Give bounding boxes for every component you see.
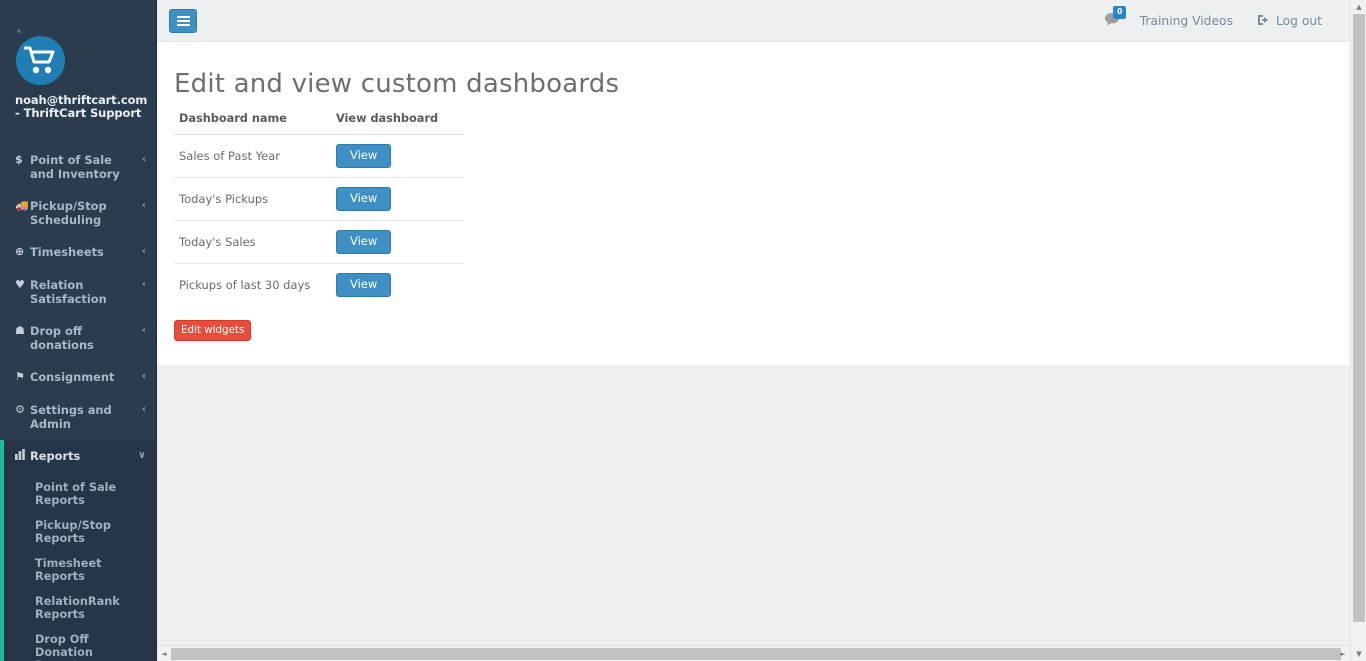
sidebar-item-drop-off-donation-reports[interactable]: Drop Off Donation Reports [4, 627, 156, 661]
view-action-cell: View [331, 263, 464, 306]
table-row: Today's Pickups View [174, 177, 464, 221]
sidebar-item-point-of-sale-and-inventory[interactable]: $ Point of Sale and Inventory ‹ [0, 144, 156, 190]
sidebar-item-reports[interactable]: Reports ∨ [4, 440, 156, 473]
sidebar-item-relationrank-reports[interactable]: RelationRank Reports [4, 589, 156, 627]
view-dashboard-button[interactable]: View [336, 144, 392, 168]
training-videos-link[interactable]: Training Videos [1128, 14, 1245, 28]
view-dashboard-button[interactable]: View [336, 187, 392, 211]
gear-icon: ⚙ [15, 403, 25, 416]
sidebar-item-timesheet-reports[interactable]: Timesheet Reports [4, 551, 156, 589]
training-videos-label: Training Videos [1139, 14, 1233, 28]
sidebar-item-label: Reports [30, 449, 81, 463]
table-header-row: Dashboard name View dashboard [174, 112, 464, 135]
sidebar-item-pickup-stop-reports[interactable]: Pickup/Stop Reports [4, 513, 156, 551]
page-title: Edit and view custom dashboards [174, 69, 620, 99]
hamburger-menu-icon[interactable] [169, 9, 197, 33]
tag-icon: ⚑ [15, 370, 25, 383]
table-row: Pickups of last 30 days View [174, 263, 464, 306]
content-panel: Edit and view custom dashboards Dashboar… [157, 42, 1366, 365]
edit-widgets-button[interactable]: Edit widgets [174, 320, 252, 341]
clock-icon: ⊕ [15, 245, 25, 258]
sign-out-icon [1257, 14, 1270, 29]
dashboard-name-cell: Today's Pickups [174, 177, 331, 221]
sidebar-item-label: Timesheets [30, 245, 104, 259]
chevron-down-icon: ∨ [137, 450, 146, 461]
view-dashboard-button[interactable]: View [336, 273, 392, 297]
topbar: 0 Training Videos Log out [157, 0, 1366, 42]
scroll-right-arrow-icon[interactable]: ► [1336, 646, 1350, 661]
chevron-left-icon: ‹ [141, 404, 146, 415]
vertical-scrollbar-thumb[interactable] [1353, 14, 1365, 622]
sidebar-group-reports: Reports ∨ Point of Sale Reports Pickup/S… [0, 440, 156, 661]
sidebar-item-label: Drop off donations [30, 324, 94, 352]
notification-count-badge: 0 [1113, 5, 1127, 19]
sidebar-subnav-reports: Point of Sale Reports Pickup/Stop Report… [4, 473, 156, 661]
table-body: Sales of Past Year View Today's Pickups … [174, 135, 464, 306]
dollar-icon: $ [15, 153, 23, 166]
sidebar-item-drop-off-donations[interactable]: ☗ Drop off donations ‹ [0, 315, 156, 361]
sidebar-profile: noah@thriftcart.com - ThriftCart Support [0, 0, 156, 130]
scroll-up-arrow-icon[interactable]: ▲ [1351, 0, 1366, 14]
view-action-cell: View [331, 135, 464, 178]
view-action-cell: View [331, 220, 464, 264]
main-area: 0 Training Videos Log out Edit and view … [157, 0, 1366, 661]
sidebar-item-point-of-sale-reports[interactable]: Point of Sale Reports [4, 475, 156, 513]
sidebar-item-label: Settings and Admin [30, 403, 112, 431]
sidebar-item-pickup-stop-scheduling[interactable]: 🚚 Pickup/Stop Scheduling ‹ [0, 190, 156, 236]
truck-icon: 🚚 [15, 199, 29, 212]
bar-chart-icon [15, 449, 30, 464]
profile-name: noah@thriftcart.com - ThriftCart Support [15, 93, 148, 120]
view-dashboard-button[interactable]: View [336, 230, 392, 254]
shopping-cart-icon [24, 46, 55, 74]
dashboard-name-cell: Pickups of last 30 days [174, 263, 331, 306]
heart-icon: ♥ [15, 278, 25, 291]
table-head: Dashboard name View dashboard [174, 112, 464, 135]
chevron-left-icon: ‹ [141, 279, 146, 290]
sidebar: noah@thriftcart.com - ThriftCart Support… [0, 0, 157, 661]
scroll-down-arrow-icon[interactable]: ▼ [1351, 647, 1366, 661]
table-row: Sales of Past Year View [174, 135, 464, 178]
horizontal-scrollbar-thumb[interactable] [171, 648, 1341, 660]
sidebar-item-label: Pickup/Stop Scheduling [30, 199, 107, 227]
dashboards-table: Dashboard name View dashboard Sales of P… [174, 112, 464, 306]
column-header-dashboard-name: Dashboard name [174, 112, 331, 135]
sidebar-item-label: Point of Sale and Inventory [30, 153, 120, 181]
avatar [16, 36, 65, 85]
column-header-view-dashboard: View dashboard [331, 112, 464, 135]
application-root: noah@thriftcart.com - ThriftCart Support… [0, 0, 1366, 661]
horizontal-scrollbar[interactable]: ◄ ► [157, 645, 1350, 661]
dashboard-name-cell: Today's Sales [174, 220, 331, 264]
dashboard-name-cell: Sales of Past Year [179, 149, 280, 163]
scroll-left-arrow-icon[interactable]: ◄ [157, 646, 171, 661]
sidebar-decorative-dot [17, 29, 21, 33]
sidebar-item-relation-satisfaction[interactable]: ♥ Relation Satisfaction ‹ [0, 269, 156, 315]
chevron-left-icon: ‹ [141, 200, 146, 211]
sidebar-item-label: Relation Satisfaction [30, 278, 107, 306]
sidebar-nav: $ Point of Sale and Inventory ‹ 🚚 Pickup… [0, 144, 156, 661]
notifications-button[interactable]: 0 [1098, 0, 1128, 42]
logout-link[interactable]: Log out [1245, 14, 1334, 29]
table-row: Today's Sales View [174, 220, 464, 264]
chevron-left-icon: ‹ [141, 246, 146, 257]
chevron-left-icon: ‹ [141, 325, 146, 336]
comment-bubble-icon: 0 [1104, 5, 1127, 31]
vertical-scrollbar[interactable]: ▲ ▼ [1350, 0, 1366, 661]
chevron-left-icon: ‹ [141, 154, 146, 165]
sidebar-item-label: Consignment [30, 370, 115, 384]
view-action-cell: View [331, 177, 464, 221]
sidebar-item-settings-and-admin[interactable]: ⚙ Settings and Admin ‹ [0, 394, 156, 440]
panel-bottom-padding [157, 341, 1366, 365]
chevron-left-icon: ‹ [141, 371, 146, 382]
sidebar-item-timesheets[interactable]: ⊕ Timesheets ‹ [0, 236, 156, 269]
logout-label: Log out [1275, 14, 1322, 28]
gift-icon: ☗ [15, 324, 25, 337]
topbar-right-group: 0 Training Videos Log out [1098, 0, 1334, 42]
sidebar-item-consignment[interactable]: ⚑ Consignment ‹ [0, 361, 156, 394]
